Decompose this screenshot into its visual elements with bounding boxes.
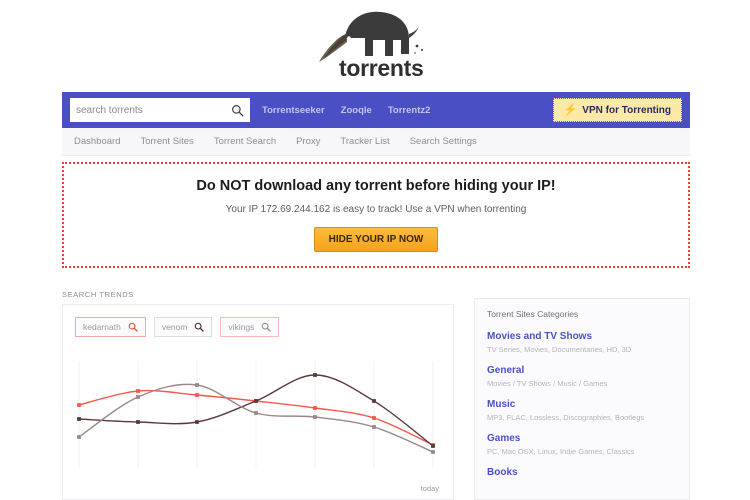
secondary-navbar: Dashboard Torrent Sites Torrent Search P… [62, 128, 690, 156]
category-name[interactable]: General [487, 365, 677, 376]
chart-point-vikings[interactable] [431, 450, 435, 454]
trend-chip-label: vikings [228, 322, 255, 332]
category-movies-and-tv-shows[interactable]: Movies and TV Shows TV Series, Movies, D… [487, 331, 677, 354]
category-name[interactable]: Music [487, 399, 677, 410]
chart-point-vikings[interactable] [77, 435, 81, 439]
site-logo-area: torrents [0, 0, 750, 88]
subnav-item-dashboard[interactable]: Dashboard [74, 136, 120, 147]
trend-chip-venom[interactable]: venom [153, 317, 213, 337]
chart-point-kedarnath[interactable] [313, 406, 317, 410]
trend-chip-kedarnath[interactable]: kedarnath [75, 317, 146, 337]
trend-chip-label: kedarnath [83, 322, 121, 332]
category-books[interactable]: Books [487, 467, 677, 478]
subnav-item-search-settings[interactable]: Search Settings [410, 136, 477, 147]
ip-warning-banner: Do NOT download any torrent before hidin… [62, 162, 690, 268]
chart-today-label: today [420, 484, 439, 493]
chart-point-vikings[interactable] [372, 425, 376, 429]
chart-point-venom[interactable] [136, 420, 140, 424]
warning-title: Do NOT download any torrent before hidin… [196, 178, 556, 194]
vpn-for-torrenting-button[interactable]: ⚡ VPN for Torrenting [552, 98, 682, 122]
chart-point-vikings[interactable] [195, 383, 199, 387]
chart-point-vikings[interactable] [254, 411, 258, 415]
search-icon[interactable] [194, 322, 204, 332]
search-trends-line-chart [77, 361, 435, 469]
topbar-link-torrentz2[interactable]: Torrentz2 [388, 105, 431, 116]
chart-point-venom[interactable] [372, 399, 376, 403]
chart-point-kedarnath[interactable] [372, 416, 376, 420]
category-subtitle: Movies / TV Shows / Music / Games [487, 379, 608, 388]
chart-point-venom[interactable] [254, 399, 258, 403]
subnav-item-torrent-search[interactable]: Torrent Search [214, 136, 276, 147]
search-icon[interactable] [128, 322, 138, 332]
subnav-item-torrent-sites[interactable]: Torrent Sites [140, 136, 193, 147]
hide-your-ip-button[interactable]: HIDE YOUR IP NOW [313, 227, 439, 252]
topbar-link-zooqle[interactable]: Zooqle [341, 105, 372, 116]
category-subtitle: MP3, FLAC, Lossless, Discographies, Boot… [487, 413, 645, 422]
category-name[interactable]: Games [487, 433, 677, 444]
trend-chip-label: venom [161, 322, 188, 332]
topbar-links: Torrentseeker Zooqle Torrentz2 [262, 92, 430, 128]
chart-point-venom[interactable] [77, 417, 81, 421]
subnav-item-tracker-list[interactable]: Tracker List [340, 136, 389, 147]
chart-point-vikings[interactable] [313, 415, 317, 419]
topbar-link-torrentseeker[interactable]: Torrentseeker [262, 105, 325, 116]
subnav-item-proxy[interactable]: Proxy [296, 136, 320, 147]
category-games[interactable]: Games PC, Mac OSX, Linux, Indie Games, C… [487, 433, 677, 456]
category-name[interactable]: Movies and TV Shows [487, 331, 677, 342]
search-box[interactable] [70, 98, 250, 122]
search-icon[interactable] [231, 104, 244, 117]
logo-text: torrents [339, 55, 424, 81]
warning-subtitle: Your IP 172.69.244.162 is easy to track!… [225, 204, 527, 215]
category-music[interactable]: Music MP3, FLAC, Lossless, Discographies… [487, 399, 677, 422]
vpn-button-label: VPN for Torrenting [582, 104, 671, 116]
chart-point-kedarnath[interactable] [136, 389, 140, 393]
torrent-sites-categories-panel: Torrent Sites Categories Movies and TV S… [474, 298, 690, 500]
chart-point-venom[interactable] [431, 444, 435, 448]
search-trends-label: SEARCH TRENDS [62, 290, 134, 299]
main-content: SEARCH TRENDS kedarnath venom vikings to… [0, 272, 750, 500]
sidebar-title: Torrent Sites Categories [487, 309, 579, 319]
category-name[interactable]: Books [487, 467, 677, 478]
search-trends-card: kedarnath venom vikings today [62, 304, 454, 500]
chart-point-kedarnath[interactable] [77, 403, 81, 407]
anteater-logo[interactable]: torrents [305, 4, 445, 84]
category-subtitle: PC, Mac OSX, Linux, Indie Games, Classic… [487, 447, 635, 456]
category-subtitle: TV Series, Movies, Documentaries, HD, 3D [487, 345, 632, 354]
chart-point-venom[interactable] [313, 373, 317, 377]
chart-point-vikings[interactable] [136, 395, 140, 399]
chart-point-venom[interactable] [195, 420, 199, 424]
search-input[interactable] [76, 98, 231, 122]
search-icon[interactable] [261, 322, 271, 332]
bolt-icon: ⚡ [563, 103, 578, 116]
trend-chip-vikings[interactable]: vikings [220, 317, 280, 337]
category-general[interactable]: General Movies / TV Shows / Music / Game… [487, 365, 677, 388]
primary-navbar: Torrentseeker Zooqle Torrentz2 ⚡ VPN for… [62, 92, 690, 128]
trend-chip-list: kedarnath venom vikings [75, 317, 280, 337]
chart-point-kedarnath[interactable] [195, 393, 199, 397]
